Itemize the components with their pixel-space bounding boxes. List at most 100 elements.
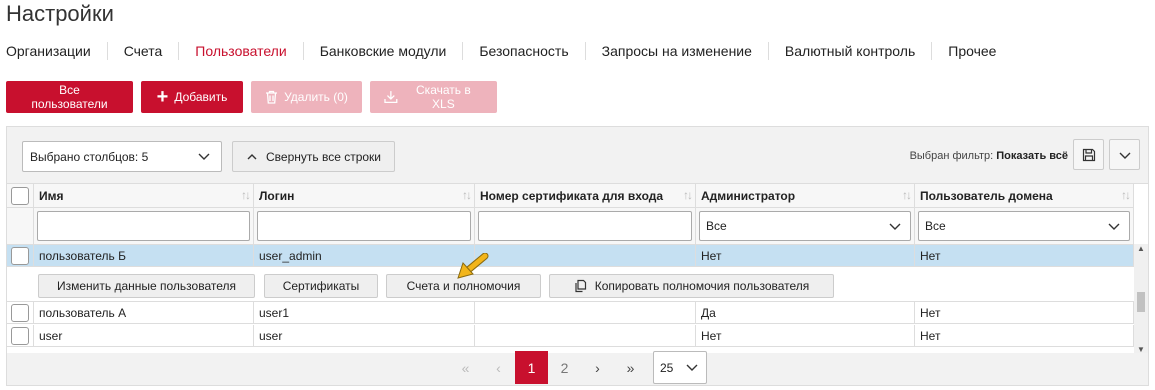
- copy-permissions-button[interactable]: Копировать полномочия пользователя: [549, 274, 834, 298]
- scroll-down-icon[interactable]: ▼: [1137, 345, 1145, 353]
- domain-filter-value: Все: [925, 219, 946, 233]
- admin-filter-value: Все: [706, 219, 727, 233]
- name-filter-input[interactable]: [37, 211, 250, 241]
- scrollbar-thumb[interactable]: [1137, 292, 1145, 312]
- first-page-button[interactable]: «: [449, 351, 482, 384]
- save-filter-button[interactable]: [1073, 139, 1104, 170]
- columns-select-value: Выбрано столбцов: 5: [30, 149, 149, 164]
- edit-user-label: Изменить данные пользователя: [56, 279, 236, 293]
- cell-admin: Нет: [696, 245, 915, 266]
- sort-icon[interactable]: ↑↓: [683, 188, 693, 202]
- row-checkbox[interactable]: [11, 246, 29, 265]
- delete-button[interactable]: Удалить (0): [251, 81, 362, 113]
- download-icon: [384, 91, 398, 104]
- column-header-domain[interactable]: Пользователь домена ↑↓: [915, 184, 1134, 207]
- page-1-button[interactable]: 1: [515, 351, 548, 384]
- chevron-down-icon: [198, 153, 210, 160]
- sort-icon[interactable]: ↑↓: [902, 188, 912, 202]
- cell-login: user: [254, 325, 475, 346]
- sort-icon[interactable]: ↑↓: [462, 188, 472, 202]
- table-row[interactable]: пользователь А user1 Да Нет: [7, 302, 1134, 324]
- table-scrollbar[interactable]: ▲ ▼: [1134, 244, 1148, 353]
- scroll-up-icon[interactable]: ▲: [1137, 244, 1145, 253]
- filter-cell-login: [254, 208, 475, 244]
- cell-login: user1: [254, 302, 475, 323]
- select-all-checkbox[interactable]: [11, 186, 29, 205]
- column-header-admin[interactable]: Администратор ↑↓: [696, 184, 915, 207]
- plus-icon: +: [156, 86, 169, 108]
- row-select-cell: [7, 325, 34, 346]
- certificates-button[interactable]: Сертификаты: [264, 274, 378, 298]
- cell-name: пользователь Б: [34, 245, 254, 266]
- page-size-select[interactable]: 25: [653, 351, 707, 384]
- all-users-label: Все пользователи: [31, 83, 108, 111]
- prev-page-button[interactable]: ‹: [482, 351, 515, 384]
- users-grid-panel: Выбрано столбцов: 5 Свернуть все строки …: [6, 126, 1149, 386]
- filter-cell-domain: Все: [915, 208, 1134, 244]
- table-row[interactable]: пользователь Б user_admin Нет Нет: [7, 245, 1134, 267]
- tab-organizations[interactable]: Организации: [0, 42, 107, 60]
- add-user-button[interactable]: + Добавить: [141, 81, 243, 113]
- sort-icon[interactable]: ↑↓: [241, 188, 251, 202]
- tab-change-requests[interactable]: Запросы на изменение: [584, 42, 768, 60]
- all-users-button[interactable]: Все пользователи: [6, 81, 133, 113]
- delete-label: Удалить (0): [284, 90, 348, 104]
- selected-filter: Выбран фильтр: Показать всё: [910, 150, 1068, 162]
- domain-filter-select[interactable]: Все: [918, 211, 1130, 241]
- chevron-down-icon: [1108, 223, 1120, 230]
- table-header-row: Имя ↑↓ Логин ↑↓ Номер сертификата для вход…: [7, 184, 1134, 208]
- row-checkbox[interactable]: [11, 326, 29, 345]
- last-page-button[interactable]: »: [614, 351, 647, 384]
- selected-filter-value: Показать всё: [996, 150, 1068, 162]
- tab-users[interactable]: Пользователи: [178, 42, 302, 60]
- tab-currency-control[interactable]: Валютный контроль: [767, 42, 931, 60]
- cell-cert: [475, 245, 696, 266]
- cell-cert: [475, 302, 696, 323]
- copy-icon: [575, 279, 586, 293]
- cell-domain: Нет: [915, 302, 1134, 323]
- row-select-cell: [7, 302, 34, 323]
- row-actions-panel: Изменить данные пользователя Сертификаты…: [7, 268, 1134, 302]
- add-user-label: Добавить: [174, 90, 228, 104]
- cell-domain: Нет: [915, 245, 1134, 266]
- selected-filter-label: Выбран фильтр:: [909, 150, 994, 162]
- columns-select[interactable]: Выбрано столбцов: 5: [22, 141, 222, 172]
- trash-icon: [266, 90, 278, 104]
- row-checkbox[interactable]: [11, 303, 29, 322]
- cert-filter-input[interactable]: [478, 211, 692, 241]
- filter-menu-button[interactable]: [1109, 139, 1140, 170]
- edit-user-button[interactable]: Изменить данные пользователя: [38, 274, 255, 298]
- tab-security[interactable]: Безопасность: [462, 42, 584, 60]
- cell-admin: Да: [696, 302, 915, 323]
- column-header-name[interactable]: Имя ↑↓: [34, 184, 254, 207]
- cell-name: user: [34, 325, 254, 346]
- cell-login: user_admin: [254, 245, 475, 266]
- table-filter-row: Все Все: [7, 208, 1134, 245]
- page-2-button[interactable]: 2: [548, 351, 581, 384]
- sort-icon[interactable]: ↑↓: [1121, 188, 1131, 202]
- tab-accounts[interactable]: Счета: [106, 42, 179, 60]
- users-toolbar: Все пользователи + Добавить Удалить (0) …: [6, 81, 497, 113]
- filter-spacer: [7, 208, 34, 244]
- next-page-button[interactable]: ›: [581, 351, 614, 384]
- filter-cell-admin: Все: [696, 208, 915, 244]
- column-header-login[interactable]: Логин ↑↓: [254, 184, 475, 207]
- page-title: Настройки: [6, 1, 114, 26]
- column-header-cert[interactable]: Номер сертификата для входа ↑↓: [475, 184, 696, 207]
- tab-other[interactable]: Прочее: [931, 42, 1012, 60]
- download-xls-button[interactable]: Скачать в XLS: [370, 81, 497, 113]
- table-row[interactable]: user user Нет Нет: [7, 325, 1134, 347]
- filter-cell-name: [34, 208, 254, 244]
- cell-name: пользователь А: [34, 302, 254, 323]
- collapse-all-rows-button[interactable]: Свернуть все строки: [232, 141, 395, 172]
- tab-bank-modules[interactable]: Банковские модули: [302, 42, 463, 60]
- pointer-arrow-icon: [457, 253, 489, 279]
- page-size-value: 25: [660, 360, 674, 375]
- filter-cell-cert: [475, 208, 696, 244]
- chevron-up-icon: [247, 153, 257, 159]
- cell-domain: Нет: [915, 325, 1134, 346]
- copy-permissions-label: Копировать полномочия пользователя: [594, 279, 810, 293]
- login-filter-input[interactable]: [257, 211, 471, 241]
- column-header-label: Логин: [259, 188, 295, 203]
- admin-filter-select[interactable]: Все: [699, 211, 911, 241]
